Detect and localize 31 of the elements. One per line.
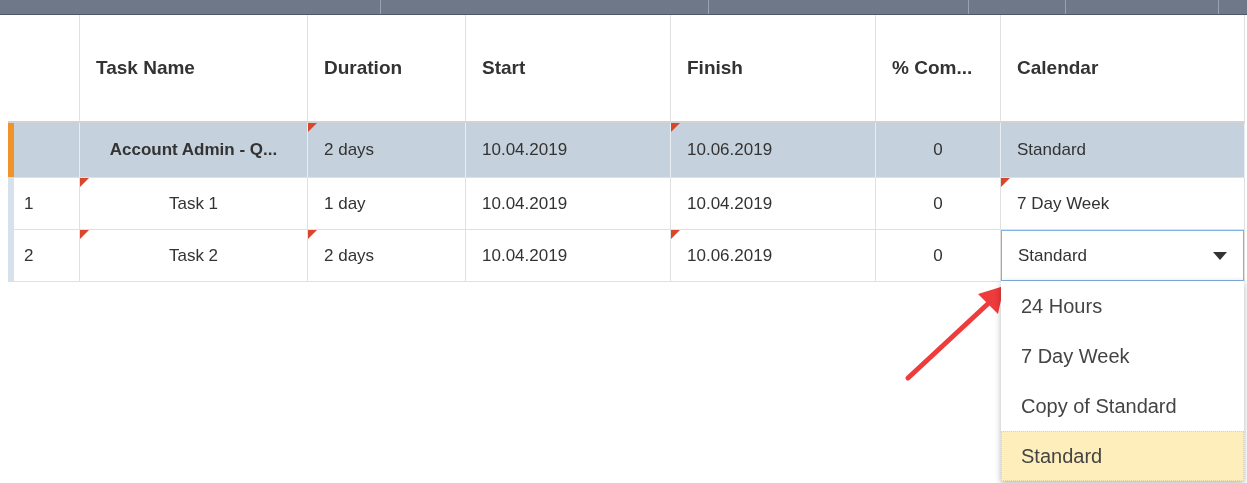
table-cell: 10.06.2019 (687, 245, 773, 266)
table-cell: 7 Day Week (1017, 193, 1110, 214)
table-cell: Account Admin - Q... (109, 140, 278, 160)
table-cell: 10.04.2019 (687, 193, 773, 214)
dropdown-option[interactable]: Copy of Standard (1001, 381, 1244, 431)
table-cell: Task 2 (168, 245, 219, 266)
table-cell: 10.04.2019 (482, 245, 568, 266)
column-header[interactable]: Finish (687, 57, 743, 79)
table-cell: 0 (933, 140, 943, 160)
dropdown-option[interactable]: 24 Hours (1001, 281, 1244, 331)
column-header[interactable]: Duration (324, 57, 403, 79)
table-cell: Standard (1017, 140, 1086, 160)
dropdown-option[interactable]: 7 Day Week (1001, 331, 1244, 381)
table-cell: 10.04.2019 (482, 193, 568, 214)
row-number: 1 (24, 193, 34, 214)
table-cell: 1 day (324, 193, 366, 214)
dropdown-option[interactable]: Standard (1001, 431, 1244, 481)
table-cell: 2 days (324, 140, 375, 160)
table-cell: 10.04.2019 (482, 140, 568, 160)
column-header[interactable]: Task Name (96, 57, 195, 79)
table-cell: 0 (933, 245, 943, 266)
column-header[interactable]: Start (482, 57, 526, 79)
table-cell: 2 days (324, 245, 375, 266)
table-cell: 0 (933, 193, 943, 214)
table-cell: 10.06.2019 (687, 140, 773, 160)
column-header[interactable]: Calendar (1017, 57, 1099, 79)
table-cell: Task 1 (168, 193, 219, 214)
caret-icon (1213, 251, 1227, 260)
column-header[interactable]: % Com... (892, 57, 973, 79)
calendar-dropdown[interactable]: Standard (1001, 230, 1244, 281)
row-number: 2 (24, 245, 34, 266)
